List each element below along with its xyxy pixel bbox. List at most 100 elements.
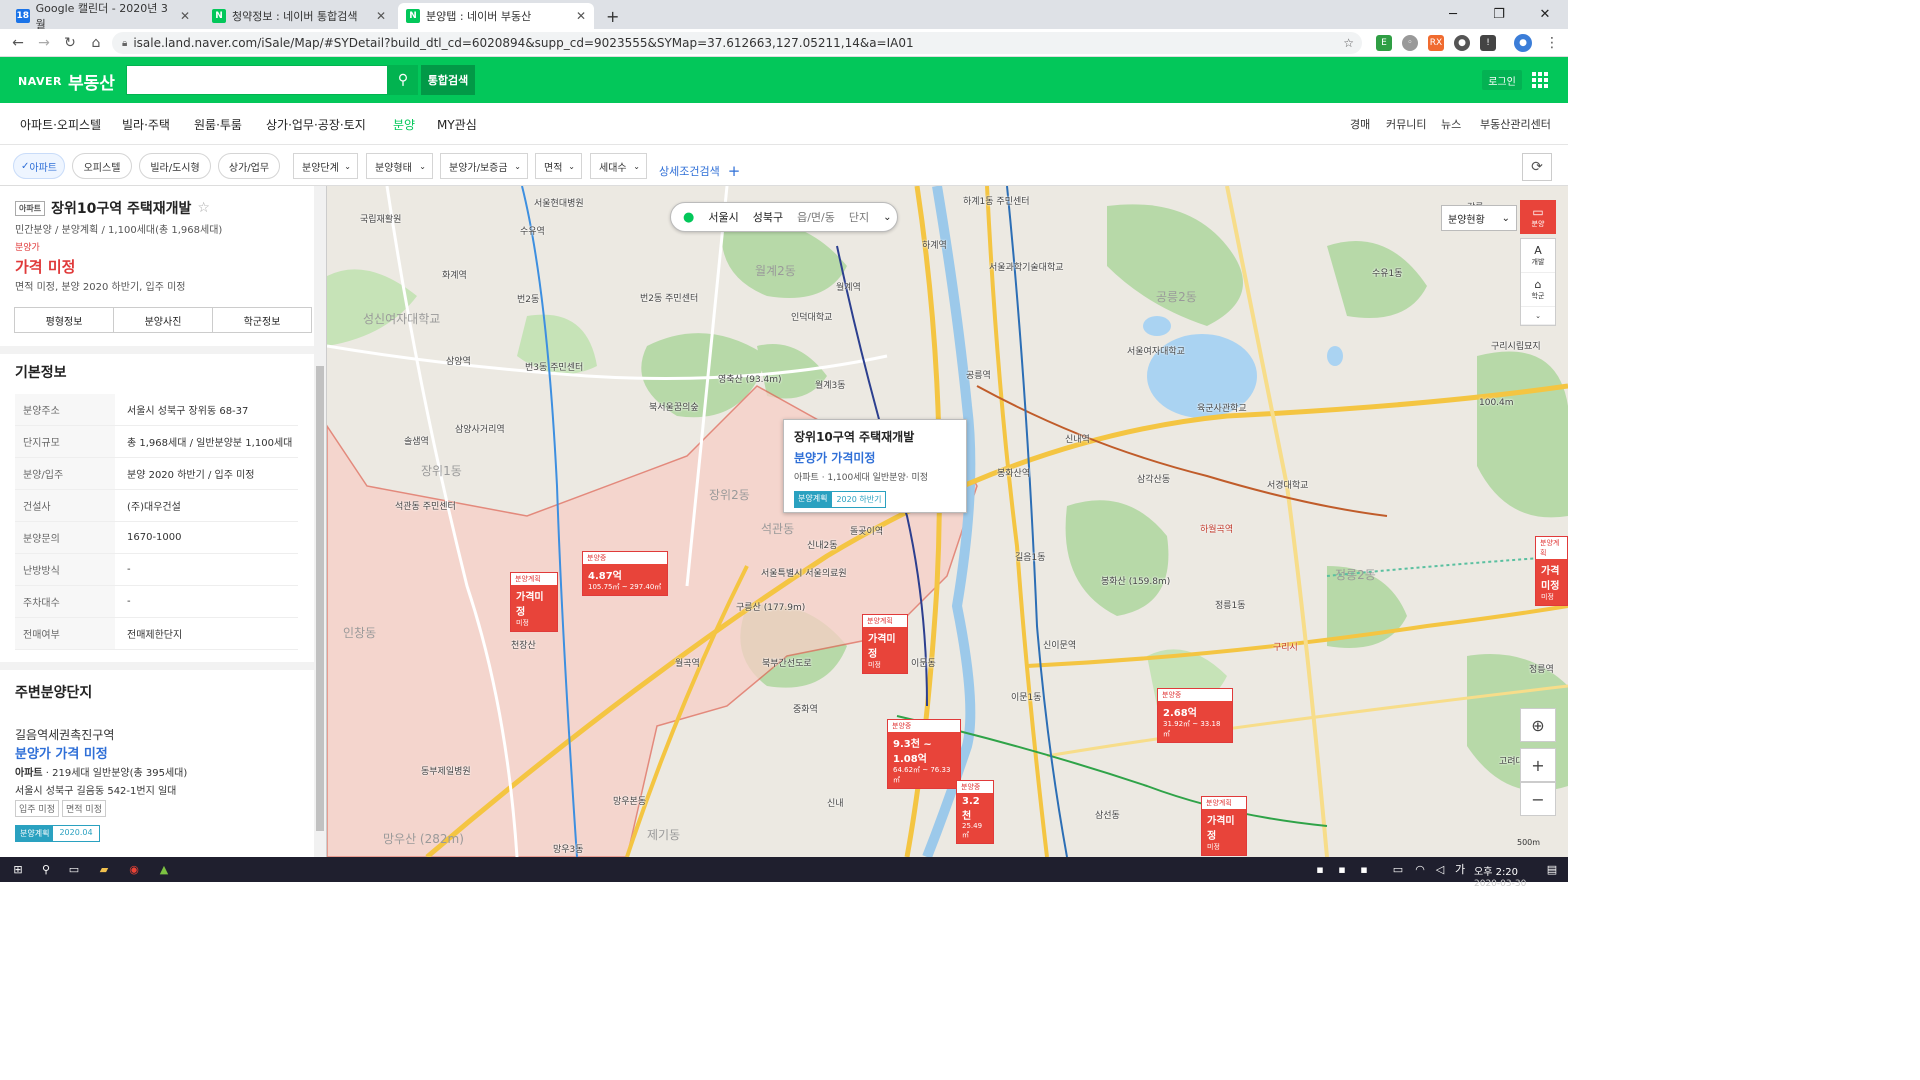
presale-marker[interactable]: 분양계획 가격미정 미정 <box>862 614 908 674</box>
scrollbar-thumb[interactable] <box>316 366 324 831</box>
loc-complex[interactable]: 단지 <box>849 209 869 225</box>
menu-auction[interactable]: 경매 <box>1350 116 1370 132</box>
menu-news[interactable]: 뉴스 <box>1441 116 1461 132</box>
close-tab-icon[interactable]: ✕ <box>180 9 190 23</box>
browser-tab[interactable]: N 청약정보 : 네이버 통합검색 ✕ <box>204 3 394 29</box>
search-icon[interactable]: ⚲ <box>388 65 418 95</box>
chrome-icon[interactable]: ◉ <box>126 861 142 877</box>
file-explorer-icon[interactable]: ▰ <box>96 861 112 877</box>
loc-dong[interactable]: 읍/면/동 <box>797 209 835 225</box>
dropdown-area[interactable]: 면적 ⌄ <box>535 153 582 179</box>
login-button[interactable]: 로그인 <box>1482 70 1522 90</box>
reload-icon[interactable]: ↻ <box>60 33 80 53</box>
detail-search-link[interactable]: 상세조건검색 + <box>659 162 740 180</box>
windows-start-icon[interactable]: ⊞ <box>10 861 26 877</box>
android-studio-icon[interactable]: ▲ <box>156 861 172 877</box>
close-tab-icon[interactable]: ✕ <box>576 9 586 23</box>
presale-marker[interactable]: 분양계획 가격미정 미정 <box>1535 536 1568 606</box>
home-icon[interactable]: ⌂ <box>86 33 106 53</box>
school-layer-button[interactable]: ⌂ 학군 <box>1521 273 1555 307</box>
filter-officetel[interactable]: 오피스텔 <box>72 153 132 179</box>
nearby-name[interactable]: 길음역세권촉진구역 <box>15 726 114 743</box>
development-layer-button[interactable]: A 개발 <box>1521 239 1555 273</box>
tray-icon[interactable]: ▪ <box>1312 861 1328 877</box>
zoom-in-icon[interactable]: + <box>1520 748 1556 782</box>
address-bar[interactable]: 🔒︎ isale.land.naver.com/iSale/Map/#SYDet… <box>112 32 1362 54</box>
refresh-icon[interactable]: ⟳ <box>1522 153 1552 181</box>
network-icon[interactable]: ◠ <box>1412 861 1428 877</box>
dropdown-type[interactable]: 분양형태 ⌄ <box>366 153 433 179</box>
menu-my-interest[interactable]: MY관심 <box>437 116 477 133</box>
search-input[interactable] <box>126 65 388 95</box>
menu-oneroom-tworoom[interactable]: 원룸·투룸 <box>194 116 242 133</box>
menu-commercial-land[interactable]: 상가·업무·공장·토지 <box>266 116 366 133</box>
presale-marker[interactable]: 분양중 3.2천 25.49㎡ <box>956 780 994 844</box>
close-window-icon[interactable]: ✕ <box>1522 0 1568 29</box>
presale-marker[interactable]: 분양계획 가격미정 미정 <box>510 572 558 632</box>
presale-layer-button[interactable]: ▭ 분양 <box>1520 200 1556 234</box>
apps-grid-icon[interactable] <box>1532 72 1548 88</box>
notification-icon[interactable]: ▤ <box>1544 861 1560 877</box>
loc-gu[interactable]: 성북구 <box>753 209 783 225</box>
browser-tab-active[interactable]: N 분양탭 : 네이버 부동산 ✕ <box>398 3 594 29</box>
more-layers-button[interactable]: ⌄ <box>1521 307 1555 325</box>
menu-realty-center[interactable]: 부동산관리센터 <box>1480 116 1551 132</box>
menu-villa-house[interactable]: 빌라·주택 <box>122 116 170 133</box>
close-tab-icon[interactable]: ✕ <box>376 9 386 23</box>
tab-floorplan[interactable]: 평형정보 <box>15 308 114 332</box>
map-label: 봉화산 (159.8m) <box>1101 577 1171 587</box>
menu-presale[interactable]: 분양 <box>393 116 415 133</box>
dropdown-households[interactable]: 세대수 ⌄ <box>590 153 647 179</box>
tab-school[interactable]: 학군정보 <box>213 308 311 332</box>
menu-community[interactable]: 커뮤니티 <box>1386 116 1426 132</box>
complex-popup[interactable]: 장위10구역 주택재개발 분양가 가격미정 아파트 · 1,100세대 일반분양… <box>783 419 967 513</box>
extension-icon[interactable]: ◦ <box>1402 35 1418 51</box>
zoom-out-icon[interactable]: − <box>1520 782 1556 816</box>
presale-marker[interactable]: 분양중 2.68억 31.92㎡ ~ 33.18㎡ <box>1157 688 1233 743</box>
my-location-icon[interactable]: ⊕ <box>1520 708 1556 742</box>
menu-apartment-officetel[interactable]: 아파트·오피스텔 <box>20 116 101 133</box>
naver-land-logo[interactable]: NAVER 부동산 <box>18 69 115 94</box>
volume-icon[interactable]: ◁ <box>1432 861 1448 877</box>
back-icon[interactable]: ← <box>8 33 28 53</box>
browser-tab-strip: 18 Google 캘린더 - 2020년 3월 ✕ N 청약정보 : 네이버 … <box>0 0 1568 31</box>
filter-apartment[interactable]: ✓ 아파트 <box>13 153 65 179</box>
filter-villa[interactable]: 빌라/도시형 <box>139 153 211 179</box>
profile-avatar[interactable]: ● <box>1514 34 1532 52</box>
dropdown-stage[interactable]: 분양단계 ⌄ <box>293 153 358 179</box>
search-icon[interactable]: ⚲ <box>38 861 54 877</box>
location-selector[interactable]: ● 서울시 성북구 읍/면/동 단지 ⌄ <box>670 202 898 232</box>
presale-marker[interactable]: 분양중 4.87억 105.75㎡ ~ 297.40㎡ <box>582 551 668 596</box>
chrome-menu-icon[interactable]: ⋮ <box>1542 33 1562 53</box>
presale-marker[interactable]: 분양계획 가격미정 미정 <box>1201 796 1247 856</box>
map-view[interactable]: 하계1동 주민센터 국립재활원 수유역 서울현대병원 번2동 주민센터 화계역 … <box>327 186 1568 857</box>
evernote-extension-icon[interactable]: E <box>1376 35 1392 51</box>
tray-icon[interactable]: ▪ <box>1334 861 1350 877</box>
task-view-icon[interactable]: ▭ <box>66 861 82 877</box>
minimize-icon[interactable]: ─ <box>1430 0 1476 29</box>
bookmark-star-icon[interactable]: ☆ <box>1343 36 1354 50</box>
restore-icon[interactable]: ❐ <box>1476 0 1522 29</box>
tab-photos[interactable]: 분양사진 <box>114 308 213 332</box>
presale-status-dropdown[interactable]: 분양현황 ⌄ <box>1441 205 1517 231</box>
info-row: 단지규모 총 1,968세대 / 일반분양분 1,100세대 <box>15 426 298 458</box>
favorite-star-icon[interactable]: ☆ <box>197 200 210 216</box>
nearby-stage-badge: 분양계획 2020.04 <box>15 825 100 842</box>
new-tab-button[interactable]: + <box>598 3 624 29</box>
rx-extension-icon[interactable]: RX <box>1428 35 1444 51</box>
dropdown-price[interactable]: 분양가/보증금 ⌄ <box>440 153 528 179</box>
map-label: 삼양역 <box>446 357 471 367</box>
presale-marker[interactable]: 분양중 9.3천 ~ 1.08억 64.62㎡ ~ 76.33㎡ <box>887 719 961 789</box>
clock[interactable]: 오후 2:20 2020-03-30 <box>1474 863 1526 889</box>
extension-icon[interactable]: ! <box>1480 35 1496 51</box>
filter-commercial[interactable]: 상가/업무 <box>218 153 280 179</box>
popup-stage: 분양계획 <box>794 491 832 508</box>
loc-city[interactable]: 서울시 <box>708 209 738 225</box>
integrated-search-button[interactable]: 통합검색 <box>421 65 475 95</box>
forward-icon[interactable]: → <box>34 33 54 53</box>
browser-tab[interactable]: 18 Google 캘린더 - 2020년 3월 ✕ <box>8 2 198 31</box>
ime-icon[interactable]: 가 <box>1452 861 1468 877</box>
battery-icon[interactable]: ▭ <box>1390 861 1406 877</box>
extension-icon[interactable]: ● <box>1454 35 1470 51</box>
tray-icon[interactable]: ▪ <box>1356 861 1372 877</box>
